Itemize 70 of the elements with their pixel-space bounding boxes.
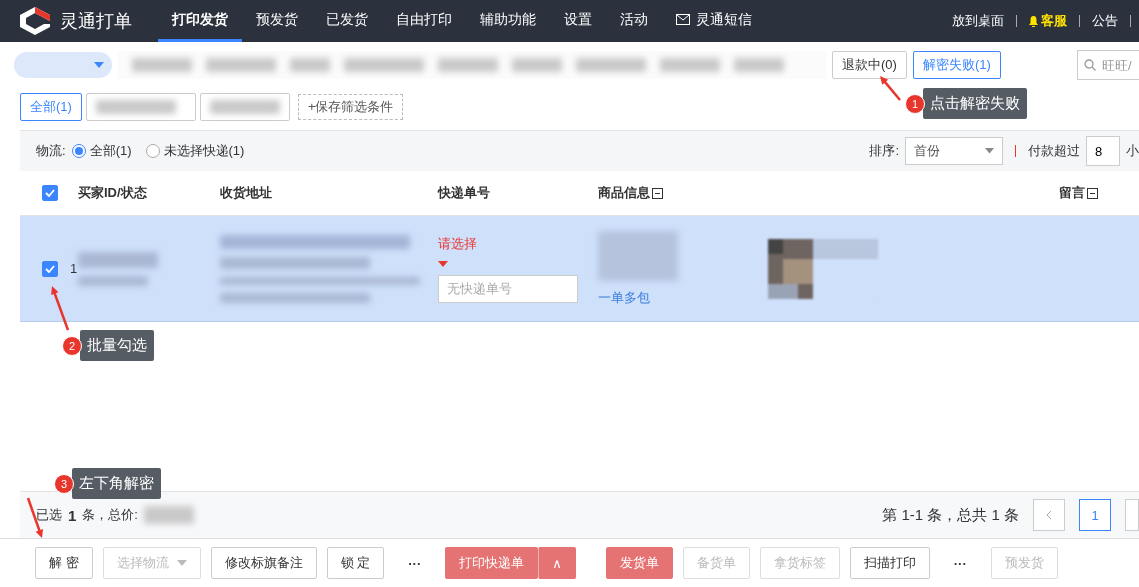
nav-tab[interactable]: 灵通短信: [662, 0, 766, 42]
page-range: 第 1-1 条，总共 1 条: [882, 505, 1019, 525]
hours-input[interactable]: 8: [1086, 136, 1120, 166]
logistics-label: 物流:: [36, 142, 66, 160]
nav-tab[interactable]: 自由打印: [382, 0, 466, 42]
action-button[interactable]: 解 密: [35, 547, 93, 579]
logo-icon: [20, 7, 50, 35]
blurred-filter-tag[interactable]: [199, 93, 290, 121]
caret-icon: [985, 148, 994, 154]
paid-over-label: 付款超过: [1028, 142, 1080, 160]
logistics-radio[interactable]: 全部(1): [71, 142, 132, 160]
check-icon: [45, 264, 55, 273]
row-index: 1: [70, 261, 78, 276]
nav-tab[interactable]: 已发货: [312, 0, 382, 42]
callout-tooltip: 左下角解密: [72, 468, 161, 499]
caret-icon: [176, 560, 187, 566]
pointer-arrow: [880, 76, 901, 101]
step-number: 1: [905, 93, 925, 114]
status-tab[interactable]: 解密失败(1): [912, 51, 1001, 79]
tracking-number-field[interactable]: 无快递单号: [438, 274, 578, 303]
shop-selector[interactable]: [14, 52, 112, 78]
nav-tab[interactable]: 辅助功能: [466, 0, 550, 42]
page-button[interactable]: 1: [1079, 499, 1111, 531]
column-header: 快递单号: [438, 184, 491, 202]
nav-tab[interactable]: 活动: [606, 0, 662, 42]
step-number: 2: [62, 335, 82, 356]
sort-label: 排序:: [869, 142, 899, 160]
selected-label: 已选: [36, 506, 62, 524]
column-header: 商品信息: [598, 184, 1059, 202]
action-button[interactable]: 扫描打印: [849, 547, 930, 579]
callout-tooltip: 批量勾选: [80, 330, 154, 361]
action-button[interactable]: 锁 定: [326, 547, 385, 579]
search-icon: [1084, 59, 1096, 71]
check-icon: [45, 189, 55, 197]
collapse-icon[interactable]: [1087, 187, 1098, 199]
pointer-arrow: [51, 286, 70, 331]
column-header: 买家ID/状态: [78, 184, 148, 202]
header-link[interactable]: 客服: [1017, 12, 1079, 30]
nav-tab[interactable]: 预发货: [242, 0, 312, 42]
column-header: 留言: [1059, 184, 1139, 202]
status-tab[interactable]: 退款中(0): [832, 51, 907, 79]
app-name: 灵通打单: [60, 10, 132, 33]
nav-tab[interactable]: 设置: [550, 0, 606, 42]
action-button[interactable]: 修改标旗备注: [210, 547, 317, 579]
chevron-left-icon: [1046, 509, 1052, 520]
previous-page-button[interactable]: [1033, 499, 1065, 531]
save-filter-button[interactable]: +保存筛选条件: [297, 94, 404, 120]
filter-tag[interactable]: 全部(1): [20, 93, 82, 121]
callout-tooltip: 点击解密失败: [923, 88, 1027, 119]
next-page-button[interactable]: [1125, 499, 1139, 531]
column-header: 收货地址: [220, 184, 273, 202]
search-field[interactable]: 旺旺/: [1077, 50, 1139, 80]
step-number: 3: [54, 473, 74, 494]
nav-tab[interactable]: 打印发货: [158, 0, 242, 42]
caret-icon: [94, 62, 104, 68]
header-link[interactable]: 公告: [1080, 12, 1130, 30]
selected-count: 1: [68, 506, 77, 524]
dropdown-caret-icon: [438, 260, 448, 267]
bell-icon: [1029, 15, 1038, 27]
sort-select[interactable]: 首份: [905, 137, 1003, 165]
blurred-total: [143, 506, 194, 524]
logistics-radio[interactable]: 未选择快递(1): [145, 142, 245, 160]
select-all-checkbox[interactable]: [42, 185, 58, 201]
mail-icon: [676, 14, 690, 25]
header-link[interactable]: 放到桌面: [940, 12, 1016, 30]
total-label: 条，总价:: [82, 506, 138, 524]
unit-label: 小: [1126, 142, 1139, 160]
blurred-filter-tag[interactable]: [85, 93, 196, 121]
row-checkbox[interactable]: [42, 260, 58, 277]
collapse-icon[interactable]: [652, 187, 663, 199]
